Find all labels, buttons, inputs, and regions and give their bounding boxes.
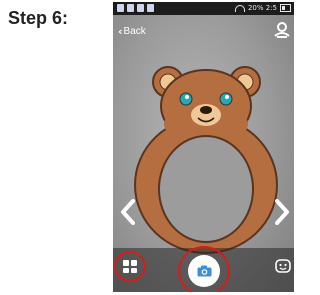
shutter-highlight [178,246,230,292]
back-label: Back [123,26,146,37]
notification-icon [127,4,134,12]
back-button[interactable]: ‹ Back [118,25,146,38]
chevron-left-icon[interactable] [119,199,137,225]
notification-icon [117,4,124,12]
face-icon[interactable] [275,258,291,273]
phone-screen: 20% 2:5 ‹ Back [113,2,294,292]
shutter-button[interactable] [188,255,220,287]
battery-icon [280,4,291,12]
status-bar: 20% 2:5 [113,2,294,15]
status-right-text: 20% 2:5 [247,4,277,12]
switch-camera-icon[interactable] [273,21,291,39]
gallery-button[interactable] [114,251,146,282]
chevron-right-icon[interactable] [273,199,291,225]
wifi-icon [234,4,245,12]
bear-face-frame [134,66,278,254]
camera-icon [197,265,212,277]
chevron-left-icon: ‹ [118,25,123,38]
notification-icon [147,4,154,12]
grid-icon [123,260,137,273]
notification-icon [137,4,144,12]
step-label: Step 6: [8,8,69,28]
